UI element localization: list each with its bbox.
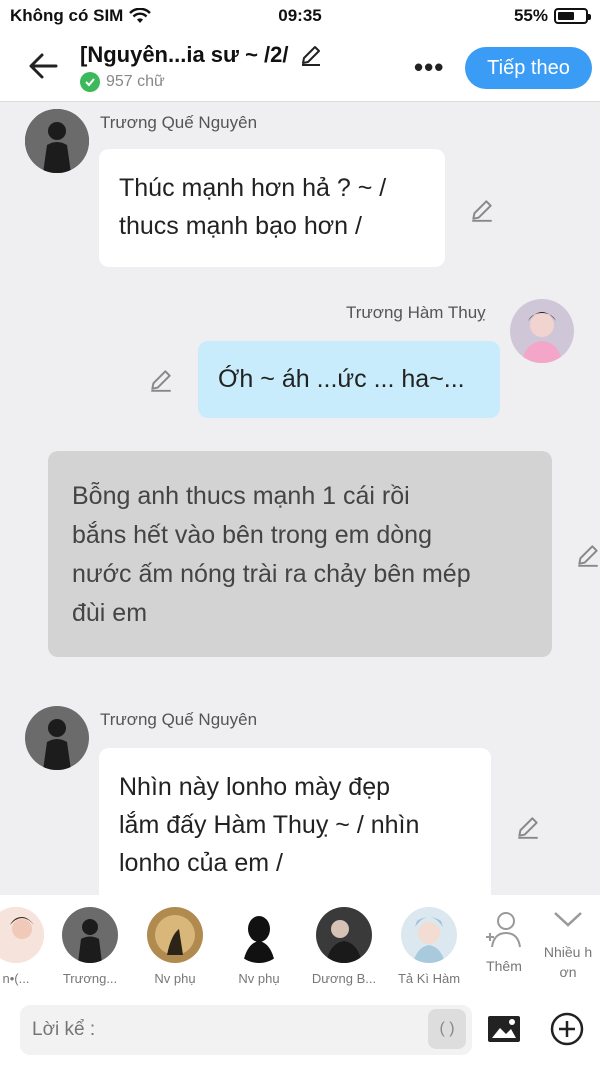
speaker-name: Trương Quế Nguyên [100, 710, 258, 729]
edit-message-icon[interactable] [575, 542, 600, 568]
word-count-text: 957 chữ [106, 73, 165, 90]
narration-line: nước ấm nóng trài ra chảy bên mép [72, 560, 471, 588]
more-characters-label: Nhiều h ơn [543, 944, 593, 980]
speaker-name: Trương Hàm Thuỵ [346, 303, 486, 322]
character-chip[interactable]: Nv phụ [219, 907, 299, 986]
add-user-icon [486, 912, 521, 948]
message-line: Ớh ~ áh ...ức ... ha~... [218, 365, 465, 393]
character-name: Trương... [62, 971, 118, 986]
clock: 09:35 [278, 6, 322, 25]
top-bar: [Nguyên...ia sư ~ /2/ 957 chữ ••• Tiếp t… [0, 34, 600, 102]
narration-line: Bỗng anh thucs mạnh 1 cái rồi [72, 482, 410, 510]
character-chip[interactable]: n•(... [0, 907, 56, 986]
parenthesis-button[interactable]: ( ) [428, 1009, 466, 1049]
next-button[interactable]: Tiếp theo [465, 47, 592, 89]
character-chip[interactable]: Trương... [50, 907, 130, 986]
narration-input[interactable] [20, 1005, 472, 1055]
chevron-down-icon [554, 912, 582, 927]
character-name: Nv phụ [154, 971, 196, 986]
check-icon [80, 72, 100, 92]
narration-line: bắns hết vào bên trong em dòng [72, 521, 432, 549]
chapter-title-text: [Nguyên...ia sư ~ /2/ [80, 42, 289, 67]
edit-message-icon[interactable] [515, 814, 541, 840]
character-name: n•(... [2, 971, 30, 986]
image-icon[interactable] [486, 1013, 522, 1045]
message-line: Thúc mạnh hơn hả ? ~ / [119, 174, 387, 202]
back-arrow-icon[interactable] [26, 48, 62, 84]
message-bubble[interactable]: Nhìn này lonho mày đẹp lắm đấy Hàm Thuỵ … [99, 748, 491, 895]
character-chip[interactable]: Tả Kì Hàm [389, 907, 469, 986]
message-line: lắm đấy Hàm Thuỵ ~ / nhìn [119, 811, 420, 839]
speaker-name: Trương Quế Nguyên [100, 113, 258, 132]
character-name: Nv phụ [238, 971, 280, 986]
message-bubble[interactable]: Ớh ~ áh ...ức ... ha~... [198, 341, 500, 418]
character-name: Tả Kì Hàm [397, 971, 461, 986]
character-name: Dương B... [311, 971, 377, 986]
avatar[interactable] [25, 706, 89, 770]
character-selector: n•(... Trương... Nv phụ Nv phụ Dương B..… [0, 895, 600, 995]
message-line: thucs mạnh bạo hơn / [119, 212, 362, 240]
character-chip[interactable]: Dương B... [304, 907, 384, 986]
edit-title-icon[interactable] [299, 43, 323, 67]
add-icon[interactable] [549, 1011, 585, 1047]
message-line: Nhìn này lonho mày đẹp [119, 773, 391, 801]
input-bar: ( ) [0, 995, 600, 1067]
narration-bubble[interactable]: Bỗng anh thucs mạnh 1 cái rồi bắns hết v… [48, 451, 552, 657]
edit-message-icon[interactable] [469, 197, 495, 223]
narration-line: đùi em [72, 599, 148, 627]
story-chat: Trương Quế Nguyên Thúc mạnh hơn hả ? ~ /… [0, 103, 600, 895]
chapter-title[interactable]: [Nguyên...ia sư ~ /2/ [80, 42, 323, 68]
message-bubble[interactable]: Thúc mạnh hơn hả ? ~ / thucs mạnh bạo hơ… [99, 149, 445, 267]
word-count: 957 chữ [80, 72, 165, 92]
avatar[interactable] [510, 299, 574, 363]
status-bar: Không có SIM 09:35 55% [0, 0, 600, 34]
avatar[interactable] [25, 109, 89, 173]
more-characters-button[interactable]: Nhiều h ơn [528, 907, 600, 982]
character-chip[interactable]: Nv phụ [135, 907, 215, 986]
message-line: lonho của em / [119, 849, 283, 877]
edit-message-icon[interactable] [148, 367, 174, 393]
battery-percent: 55% [513, 6, 548, 25]
battery-icon [554, 8, 591, 24]
more-options-icon[interactable]: ••• [414, 52, 444, 83]
